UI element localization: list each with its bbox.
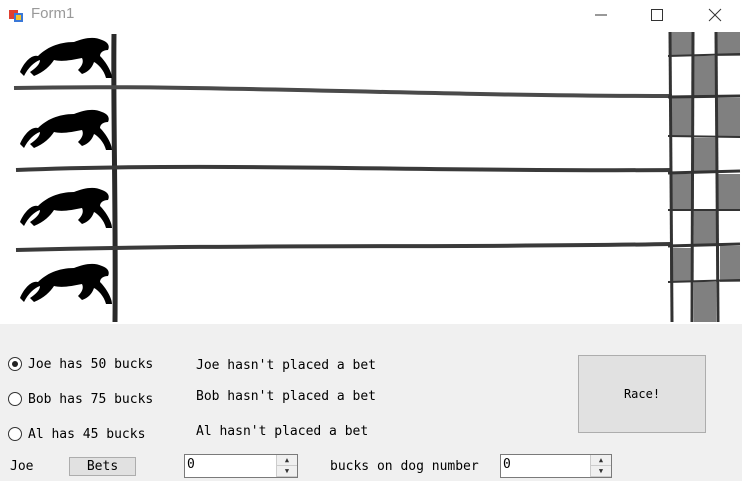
bets-button[interactable]: Bets (69, 457, 136, 476)
close-button[interactable] (692, 0, 738, 30)
finish-line-checkers (667, 31, 741, 323)
racetrack-picture (0, 30, 742, 324)
minimize-icon (595, 14, 607, 16)
bet-amount-value: 0 (187, 457, 195, 472)
race-button[interactable]: Race! (578, 355, 706, 433)
greyhound-3 (20, 187, 112, 228)
spin-up-icon[interactable]: ▲ (591, 455, 611, 466)
radio-indicator[interactable] (8, 427, 22, 441)
bet-amount-spinner[interactable]: ▲ ▼ (276, 455, 297, 477)
joe-bet-status: Joe hasn't placed a bet (196, 358, 377, 373)
window-title: Form1 (31, 5, 75, 22)
radio-indicator[interactable] (8, 392, 22, 406)
maximize-icon (651, 9, 663, 21)
app-icon (9, 10, 23, 22)
title-bar: Form1 (0, 0, 742, 30)
spin-down-icon[interactable]: ▼ (591, 466, 611, 477)
radio-joe[interactable]: Joe has 50 bucks (8, 354, 153, 374)
radio-bob-label: Bob has 75 bucks (28, 391, 154, 407)
greyhound-2 (20, 109, 112, 150)
dog-number-spinner[interactable]: ▲ ▼ (590, 455, 611, 477)
radio-joe-label: Joe has 50 bucks (28, 356, 154, 372)
bettor-name-label: Joe (10, 459, 34, 474)
minimize-button[interactable] (578, 0, 624, 30)
radio-bob[interactable]: Bob has 75 bucks (8, 389, 153, 409)
radio-al-label: Al has 45 bucks (28, 426, 146, 442)
spin-down-icon[interactable]: ▼ (277, 466, 297, 477)
greyhound-1 (20, 37, 112, 78)
close-icon (708, 8, 722, 22)
spin-up-icon[interactable]: ▲ (277, 455, 297, 466)
radio-indicator[interactable] (8, 357, 22, 371)
dog-number-value: 0 (503, 457, 511, 472)
bob-bet-status: Bob hasn't placed a bet (196, 389, 377, 404)
maximize-button[interactable] (634, 0, 680, 30)
bucks-on-dog-label: bucks on dog number (330, 459, 479, 474)
radio-al[interactable]: Al has 45 bucks (8, 424, 145, 444)
bet-amount-stepper[interactable]: 0 ▲ ▼ (184, 454, 298, 478)
greyhound-4 (20, 263, 112, 304)
dog-number-stepper[interactable]: 0 ▲ ▼ (500, 454, 612, 478)
al-bet-status: Al hasn't placed a bet (196, 424, 369, 439)
